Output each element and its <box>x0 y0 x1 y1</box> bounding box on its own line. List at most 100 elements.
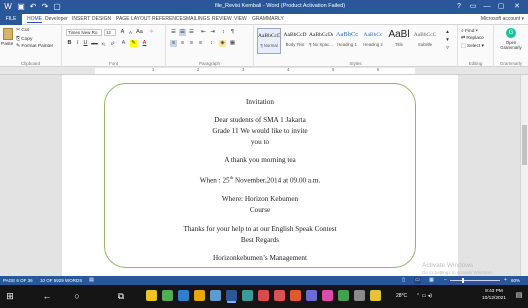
word-app-icon[interactable]: W <box>3 2 13 12</box>
tab-review[interactable]: REVIEW <box>212 16 232 22</box>
print-layout-icon[interactable]: ▭ <box>414 277 421 284</box>
line-spacing-button[interactable]: ↕ <box>208 40 215 47</box>
read-mode-icon[interactable]: ▯ <box>400 277 407 284</box>
strikethrough-button[interactable]: abc <box>91 40 98 47</box>
grow-font-button[interactable]: A <box>119 29 126 36</box>
taskbar-app-app7-icon[interactable] <box>242 290 253 301</box>
open-grammarly-button[interactable]: Open Grammarly <box>496 40 526 50</box>
bold-button[interactable]: B <box>66 40 73 47</box>
decrease-indent-button[interactable]: ⇤ <box>200 29 207 36</box>
text-effects-button[interactable]: A <box>120 40 127 47</box>
taskbar-app-store-icon[interactable] <box>210 290 221 301</box>
tab-mailings[interactable]: MAILINGS <box>186 16 210 22</box>
tab-home[interactable]: HOME <box>27 16 42 23</box>
align-center-button[interactable]: ≡ <box>179 40 186 47</box>
select-button[interactable]: ⬚ Select ▾ <box>461 44 484 49</box>
web-layout-icon[interactable]: ▦ <box>428 277 435 284</box>
taskbar-app-app9-icon[interactable] <box>274 290 285 301</box>
format-painter-button[interactable]: ✎ Format Painter <box>16 44 53 49</box>
tab-view[interactable]: VIEW <box>234 16 247 22</box>
paste-button[interactable]: Paste <box>1 42 13 47</box>
style-subtitle[interactable]: AaBbCcC Subtitle <box>413 28 437 54</box>
taskbar-app-file-explorer-icon[interactable] <box>146 290 157 301</box>
ribbon-display-icon[interactable]: ▭ <box>466 1 480 13</box>
bullets-button[interactable]: ☰ <box>170 29 177 36</box>
underline-button[interactable]: U <box>82 40 89 47</box>
style-normal[interactable]: AaBbCcDc ¶ Normal <box>257 28 281 54</box>
tray-icons[interactable]: ⌃ ▭ ◂) <box>416 293 432 299</box>
grammarly-icon[interactable]: G <box>506 28 516 38</box>
justify-button[interactable]: ≡ <box>197 40 204 47</box>
zoom-level[interactable]: 60% <box>511 278 520 283</box>
find-button[interactable]: ⌕ Find ▾ <box>461 28 478 34</box>
paste-icon[interactable] <box>3 28 13 40</box>
subscript-button[interactable]: x₂ <box>100 40 107 47</box>
document-page[interactable]: Invitation Dear students of SMA 1 Jakart… <box>62 75 458 276</box>
task-view-icon[interactable]: ⧉ <box>114 289 128 303</box>
tab-page-layout[interactable]: PAGE LAYOUT <box>116 16 151 22</box>
shrink-font-button[interactable]: A <box>127 29 134 36</box>
show-formatting-button[interactable]: ¶ <box>229 29 236 36</box>
help-icon[interactable]: ? <box>452 1 466 13</box>
search-icon[interactable]: ○ <box>70 289 84 303</box>
weather-temp[interactable]: 28°C <box>396 293 407 299</box>
word-count[interactable]: 10 OF 5929 WORDS <box>40 278 82 283</box>
clock[interactable]: 9:43 PM 10/12/2021 <box>482 289 506 302</box>
highlight-icon[interactable]: ✎ <box>130 40 137 47</box>
copy-button[interactable]: ⎘ Copy <box>16 36 32 42</box>
redo-icon[interactable]: ↷ <box>40 2 50 12</box>
tab-file[interactable]: FILE <box>0 14 22 25</box>
style-heading-2[interactable]: AaBbCc Heading 2 <box>361 28 385 54</box>
sort-button[interactable]: ↕ <box>220 29 227 36</box>
style-no-spacing[interactable]: AaBbCcDc ¶ No Spac... <box>309 28 333 54</box>
horizontal-ruler[interactable]: 1 2 3 4 5 6 <box>0 67 528 75</box>
multilevel-list-button[interactable]: ☰ <box>188 29 195 36</box>
taskbar-app-app14-icon[interactable] <box>354 290 365 301</box>
superscript-button[interactable]: x² <box>109 40 116 47</box>
page-indicator[interactable]: PAGE 6 OF 36 <box>3 278 33 283</box>
clear-format-icon[interactable]: ✧ <box>148 29 155 36</box>
maximize-button[interactable]: ▢ <box>494 1 508 13</box>
scrollbar-thumb[interactable] <box>522 125 527 165</box>
style-heading-1[interactable]: AaBbCc Heading 1 <box>335 28 359 54</box>
taskbar-app-app11-icon[interactable] <box>306 290 317 301</box>
zoom-out-icon[interactable]: − <box>442 277 449 284</box>
tab-insert[interactable]: INSERT <box>72 16 90 22</box>
align-left-button[interactable]: ≡ <box>170 40 177 47</box>
save-icon[interactable]: ▣ <box>16 2 26 12</box>
numbering-button[interactable]: ☰ <box>179 29 186 36</box>
tab-grammarly[interactable]: GRAMMARLY <box>252 16 284 22</box>
font-size-field[interactable]: 12 <box>104 29 116 36</box>
back-icon[interactable]: ← <box>40 289 54 303</box>
align-right-button[interactable]: ≡ <box>188 40 195 47</box>
increase-indent-button[interactable]: ⇥ <box>209 29 216 36</box>
zoom-slider-knob[interactable] <box>462 278 465 283</box>
font-name-field[interactable]: Times New Ro <box>66 29 102 36</box>
tab-references[interactable]: REFERENCES <box>152 16 186 22</box>
taskbar-app-app8-icon[interactable] <box>258 290 269 301</box>
taskbar-app-app13-icon[interactable] <box>338 290 349 301</box>
cut-button[interactable]: ✂ Cut <box>16 28 29 33</box>
font-color-button[interactable]: A <box>141 40 148 47</box>
account-menu[interactable]: Microsoft account ▾ <box>481 16 524 22</box>
proofing-icon[interactable]: ▤ <box>88 277 95 284</box>
taskbar-app-app12-icon[interactable] <box>322 290 333 301</box>
minimize-button[interactable]: — <box>480 1 494 13</box>
tab-developer[interactable]: Developer <box>45 16 68 22</box>
styles-more-icon[interactable]: ▿ <box>444 45 451 52</box>
style-body-text[interactable]: AaBbCcD Body Text <box>283 28 307 54</box>
styles-scroll-up-icon[interactable]: ▴ <box>444 29 451 36</box>
shading-icon[interactable]: ◈ <box>219 40 226 47</box>
notifications-icon[interactable]: ▤ <box>512 289 526 303</box>
borders-icon[interactable]: ▦ <box>229 40 236 47</box>
tab-design[interactable]: DESIGN <box>92 16 111 22</box>
taskbar-app-app15-icon[interactable] <box>370 290 381 301</box>
taskbar-app-app10-icon[interactable] <box>290 290 301 301</box>
style-title[interactable]: AaBl Title <box>387 28 411 54</box>
taskbar-app-chrome-icon[interactable] <box>162 290 173 301</box>
taskbar-app-explorer2-icon[interactable] <box>194 290 205 301</box>
taskbar-app-word-active-icon[interactable] <box>226 290 237 301</box>
taskbar-app-ie-icon[interactable] <box>178 290 189 301</box>
zoom-in-icon[interactable]: + <box>502 277 509 284</box>
windows-start-icon[interactable]: ⊞ <box>3 289 17 303</box>
